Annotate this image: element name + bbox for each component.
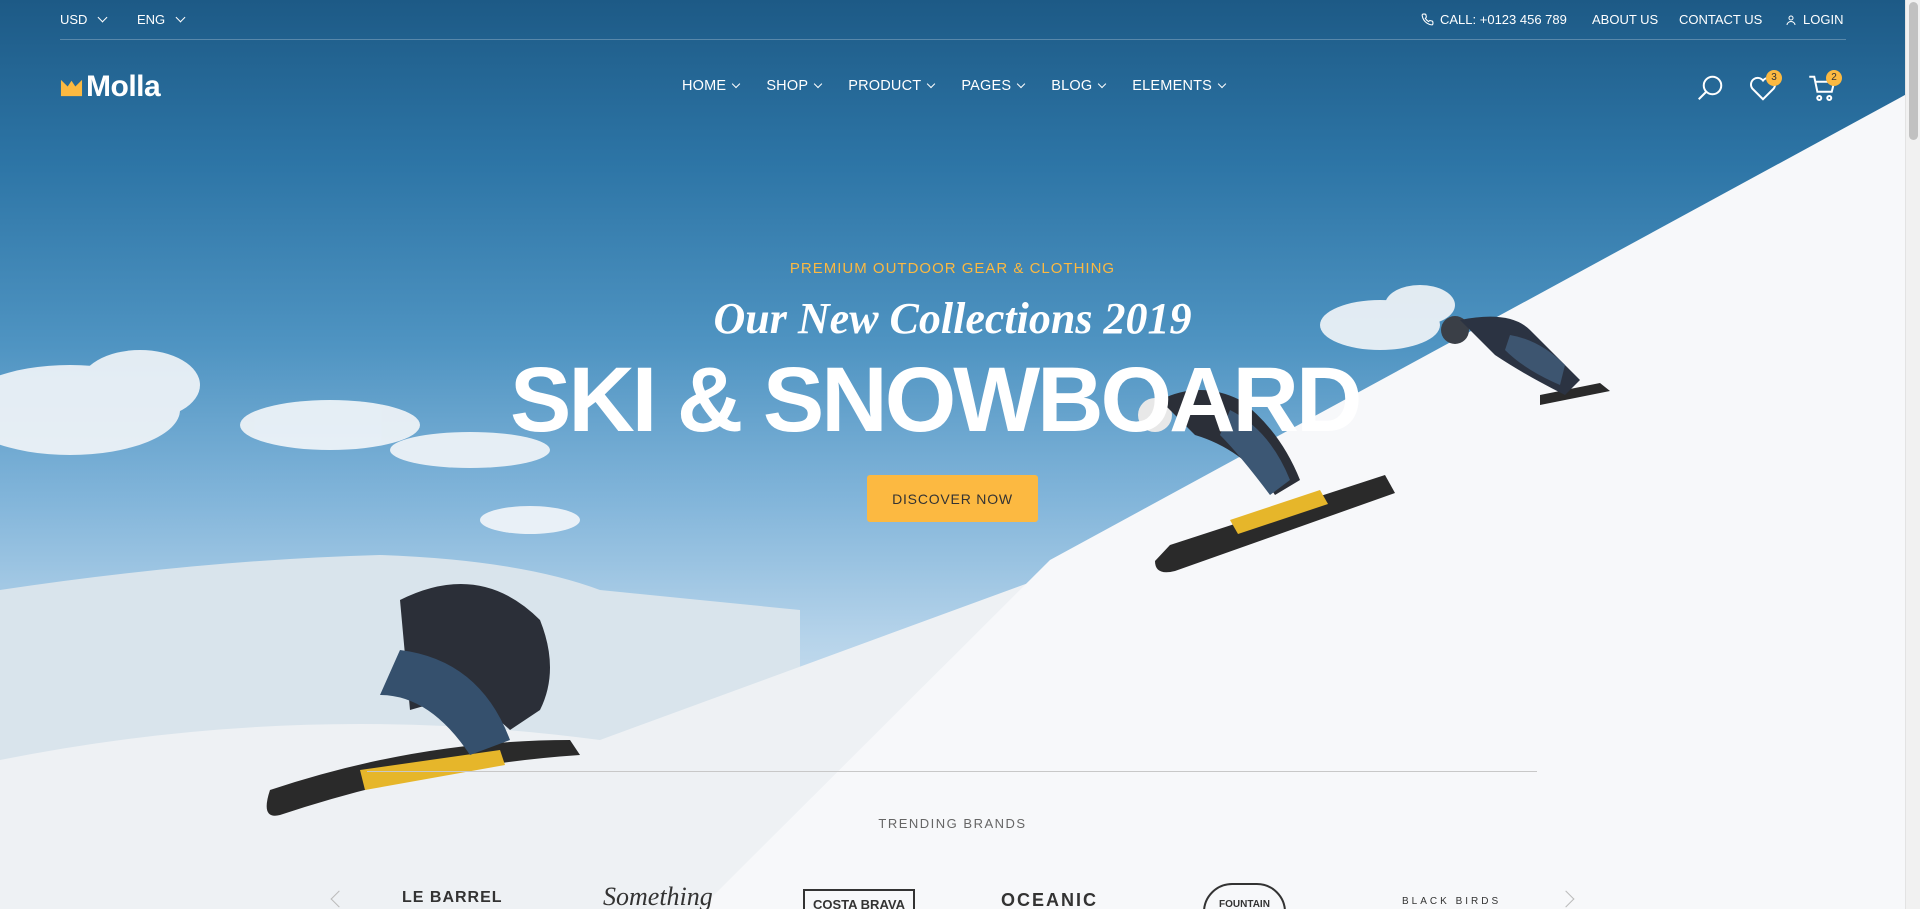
brands-title: TRENDING BRANDS xyxy=(878,816,1027,831)
section-divider xyxy=(367,771,1537,772)
login-link[interactable]: LOGIN xyxy=(1785,12,1843,27)
about-us-link[interactable]: ABOUT US xyxy=(1592,12,1658,27)
currency-label: USD xyxy=(60,12,88,27)
main-nav: HOME SHOP PRODUCT PAGES BLOG ELEMENTS xyxy=(682,78,1252,94)
chevron-down-icon xyxy=(1098,79,1107,89)
scrollbar-thumb[interactable] xyxy=(1909,2,1918,140)
chevron-down-icon xyxy=(927,79,936,89)
logo-mark-icon xyxy=(60,79,83,96)
nav-label: PAGES xyxy=(961,78,1012,94)
site-logo[interactable]: Molla xyxy=(60,70,161,104)
user-icon xyxy=(1786,15,1796,25)
nav-item-shop[interactable]: SHOP xyxy=(766,78,823,94)
hero-background-image xyxy=(0,95,1905,909)
logo-text: Molla xyxy=(86,70,161,103)
chevron-down-icon xyxy=(98,12,108,23)
about-us-label: ABOUT US xyxy=(1592,12,1659,27)
page-scrollbar[interactable] xyxy=(1905,0,1920,909)
language-selector[interactable]: ENG xyxy=(137,12,186,27)
chevron-down-icon xyxy=(175,12,186,23)
nav-item-home[interactable]: HOME xyxy=(682,78,741,94)
hero-subtitle: Our New Collections 2019 xyxy=(713,294,1192,343)
contact-us-label: CONTACT US xyxy=(1679,12,1763,27)
nav-item-pages[interactable]: PAGES xyxy=(961,78,1026,94)
brand-logo-costa-brava[interactable]: COSTA BRAVA xyxy=(803,889,915,909)
cart-button[interactable]: 2 xyxy=(1808,70,1842,103)
nav-label: BLOG xyxy=(1051,78,1093,94)
nav-label: SHOP xyxy=(766,78,809,94)
chevron-down-icon xyxy=(813,79,823,89)
nav-label: ELEMENTS xyxy=(1132,78,1213,94)
chevron-down-icon xyxy=(732,79,741,89)
nav-label: PRODUCT xyxy=(848,78,922,94)
contact-us-link[interactable]: CONTACT US xyxy=(1679,12,1762,27)
nav-item-product[interactable]: PRODUCT xyxy=(848,78,936,94)
chevron-down-icon xyxy=(1016,79,1026,89)
phone-link[interactable]: CALL: +0123 456 789 xyxy=(1421,12,1567,27)
nav-label: HOME xyxy=(682,78,727,94)
search-icon xyxy=(1698,75,1723,100)
hero-eyebrow: PREMIUM OUTDOOR GEAR & CLOTHING xyxy=(789,260,1116,277)
phone-label: CALL: +0123 456 789 xyxy=(1440,12,1567,27)
hero-headline: SKI & SNOWBOARD xyxy=(510,349,1362,451)
login-label: LOGIN xyxy=(1803,12,1844,27)
phone-icon xyxy=(1421,13,1434,26)
chevron-down-icon xyxy=(1217,79,1227,89)
cart-count-badge: 2 xyxy=(1826,70,1842,86)
hero-banner xyxy=(0,0,1905,909)
wishlist-button[interactable]: 3 xyxy=(1748,70,1782,103)
brand-logo-black-birds[interactable]: BLACK BIRDS xyxy=(1402,896,1501,907)
language-label: ENG xyxy=(137,12,166,27)
brand-logo-le-barrel[interactable]: LE BARREL xyxy=(402,889,503,907)
discover-now-button[interactable]: DISCOVER NOW xyxy=(867,475,1038,522)
nav-item-elements[interactable]: ELEMENTS xyxy=(1132,78,1227,94)
wishlist-count-badge: 3 xyxy=(1766,70,1782,86)
top-bar: USD ENG CALL: +0123 456 789 ABOUT US CON… xyxy=(60,0,1846,40)
nav-item-blog[interactable]: BLOG xyxy=(1051,78,1107,94)
currency-selector[interactable]: USD xyxy=(60,12,108,27)
search-button[interactable] xyxy=(1695,73,1725,103)
brand-logo-oceanic[interactable]: OCEANIC xyxy=(1001,890,1098,909)
brand-logo-something[interactable]: Something xyxy=(603,882,713,909)
